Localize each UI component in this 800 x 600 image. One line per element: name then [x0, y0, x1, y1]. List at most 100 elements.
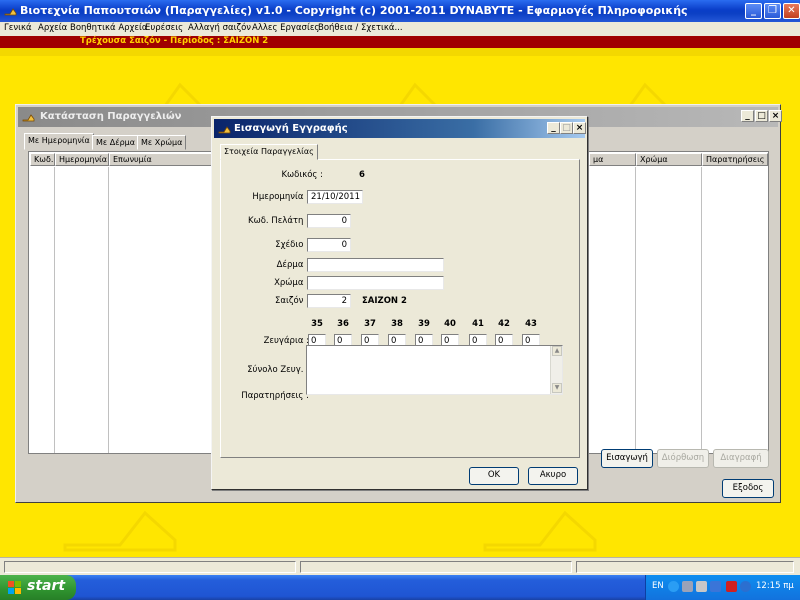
size-header: 39 — [418, 319, 430, 329]
menu-help[interactable]: Βοήθεια / Σχετικά... — [318, 23, 403, 33]
watermark-icon — [63, 510, 177, 552]
dialog-title: Εισαγωγή Εγγραφής — [234, 123, 348, 134]
antivirus-icon[interactable] — [726, 581, 737, 592]
current-season-label: Τρέχουσα Σαιζόν - Περίοδος : ΣΑΙΖΟΝ 2 — [80, 36, 269, 46]
app-title: Βιοτεχνία Παπουτσιών (Παραγγελίες) v1.0 … — [20, 4, 688, 17]
minimize-button[interactable]: _ — [741, 110, 754, 122]
network-icon[interactable] — [668, 581, 679, 592]
insert-button[interactable]: Εισαγωγή — [601, 449, 653, 468]
menu-search[interactable]: Ευρέσεις — [145, 23, 183, 33]
season-field[interactable]: 2 — [307, 294, 351, 308]
size-header: 42 — [498, 319, 510, 329]
maximize-button[interactable]: □ — [755, 110, 768, 122]
color-label: Χρώμα : — [274, 278, 309, 288]
menu-change-season[interactable]: Αλλαγή σαιζόν — [188, 23, 251, 33]
tab-by-color[interactable]: Με Χρώμα — [137, 135, 187, 150]
column-divider — [108, 167, 109, 453]
minimize-button[interactable]: _ — [547, 122, 560, 134]
column-header-leather[interactable]: μα — [589, 153, 636, 166]
notes-scrollbar[interactable]: ▲ ▼ — [550, 346, 562, 394]
column-header-date[interactable]: Ημερομηνία — [55, 153, 109, 166]
status-bar — [0, 557, 800, 575]
color-field[interactable] — [307, 276, 444, 290]
edit-button[interactable]: Διόρθωση — [657, 449, 709, 468]
minimize-button[interactable]: _ — [745, 3, 762, 19]
leather-label: Δέρμα : — [276, 260, 309, 270]
language-indicator[interactable]: EN — [652, 581, 664, 591]
status-panel — [576, 561, 794, 573]
scroll-down-icon[interactable]: ▼ — [552, 383, 562, 393]
menu-bar: Γενικά Αρχεία Βοηθητικά Αρχεία Ευρέσεις … — [0, 22, 800, 36]
pairs-label: Ζευγάρια : — [263, 336, 309, 346]
order-window-title: Κατάσταση Παραγγελιών — [40, 111, 182, 122]
exit-button[interactable]: Εξοδος — [722, 479, 774, 498]
design-label: Σχέδιο : — [275, 240, 309, 250]
status-panel — [4, 561, 296, 573]
close-button[interactable]: ✕ — [783, 3, 800, 19]
order-details-panel: Κωδικός : 6 Ημερομηνία : 21/10/2011 Κωδ.… — [220, 159, 580, 458]
date-field[interactable]: 21/10/2011 — [307, 190, 363, 204]
maximize-button[interactable]: □ — [560, 122, 573, 134]
date-label: Ημερομηνία : — [252, 192, 309, 202]
size-header: 36 — [337, 319, 349, 329]
clock[interactable]: 12:15 πμ — [756, 581, 794, 591]
code-label: Κωδικός : — [281, 170, 323, 180]
menu-aux-files[interactable]: Βοηθητικά Αρχεία — [70, 23, 148, 33]
column-divider — [54, 167, 55, 453]
size-header: 43 — [525, 319, 537, 329]
taskbar: start EN 12:15 πμ — [0, 575, 800, 600]
volume-icon[interactable] — [696, 581, 707, 592]
customer-code-field[interactable]: 0 — [307, 214, 351, 228]
close-button[interactable]: × — [769, 110, 782, 122]
column-header-code[interactable]: Κωδ. — [30, 153, 55, 166]
close-button[interactable]: × — [573, 122, 586, 134]
size-header: 37 — [364, 319, 376, 329]
menu-other-tasks[interactable]: Αλλες Εργασίες — [252, 23, 319, 33]
tab-by-date[interactable]: Με Ημερομηνία — [24, 133, 94, 150]
restore-button[interactable]: ❐ — [764, 3, 781, 19]
start-button[interactable]: start — [0, 575, 76, 600]
size-header: 41 — [472, 319, 484, 329]
total-pairs-label: Σύνολο Ζευγ. : — [247, 365, 309, 375]
record-entry-dialog: Εισαγωγή Εγγραφής _ □ × Στοιχεία Παραγγε… — [211, 116, 588, 490]
size-header: 40 — [444, 319, 456, 329]
scroll-up-icon[interactable]: ▲ — [552, 346, 562, 356]
column-header-notes[interactable]: Παρατηρήσεις — [702, 153, 768, 166]
column-header-color[interactable]: Χρώμα — [636, 153, 702, 166]
column-header-name[interactable]: Επωνυμία — [109, 153, 219, 166]
design-field[interactable]: 0 — [307, 238, 351, 252]
shoe-icon — [4, 5, 17, 17]
system-tray: EN 12:15 πμ — [645, 575, 800, 600]
size-header: 35 — [311, 319, 323, 329]
messenger-icon[interactable] — [740, 581, 751, 592]
notes-textarea[interactable]: ▲ ▼ — [306, 345, 563, 395]
menu-general[interactable]: Γενικά — [4, 23, 32, 33]
delete-button[interactable]: Διαγραφή — [713, 449, 769, 468]
size-header: 38 — [391, 319, 403, 329]
shoe-icon — [218, 123, 231, 135]
dialog-titlebar: Εισαγωγή Εγγραφής _ □ × — [214, 119, 586, 138]
app-titlebar: Βιοτεχνία Παπουτσιών (Παραγγελίες) v1.0 … — [0, 0, 800, 22]
cancel-button[interactable]: Ακυρο — [528, 467, 578, 485]
customer-code-label: Κωδ. Πελάτη : — [248, 216, 309, 226]
code-value: 6 — [359, 170, 365, 180]
season-name: ΣΑΙΖΟΝ 2 — [362, 296, 407, 306]
watermark-icon — [483, 510, 597, 552]
menu-files[interactable]: Αρχεία — [38, 23, 67, 33]
shoe-icon — [22, 111, 35, 123]
status-panel — [300, 561, 572, 573]
windows-logo-icon — [8, 581, 21, 594]
current-season-bar: Τρέχουσα Σαιζόν - Περίοδος : ΣΑΙΖΟΝ 2 — [0, 36, 800, 48]
column-divider — [701, 167, 702, 453]
tab-order-details[interactable]: Στοιχεία Παραγγελίας — [220, 144, 318, 160]
desktop-divider — [0, 48, 800, 56]
start-label: start — [27, 578, 66, 594]
ok-button[interactable]: OK — [469, 467, 519, 485]
tab-by-leather[interactable]: Με Δέρμα — [92, 135, 140, 150]
safely-remove-icon[interactable] — [682, 581, 693, 592]
column-divider — [635, 167, 636, 453]
notes-label: Παρατηρήσεις : — [241, 391, 309, 401]
security-icon[interactable] — [710, 581, 721, 592]
season-label: Σαιζόν : — [275, 296, 309, 306]
leather-field[interactable] — [307, 258, 444, 272]
